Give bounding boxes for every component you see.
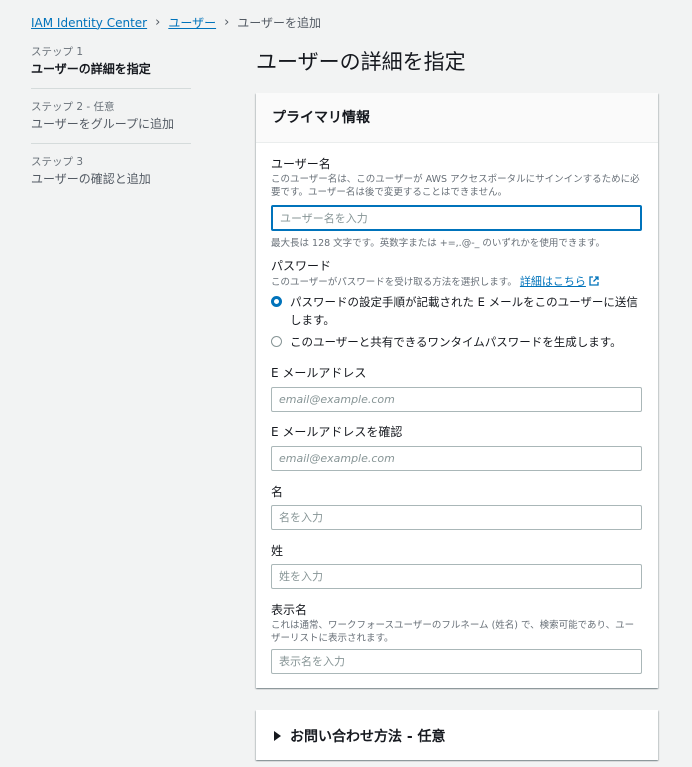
step-number: ステップ 1	[31, 46, 84, 58]
last-name-input[interactable]	[271, 564, 642, 589]
username-description: このユーザー名は、このユーザーが AWS アクセスポータルにサインインするために…	[271, 174, 640, 198]
display-name-field: 表示名 これは通常、ワークフォースユーザーのフルネーム (姓名) で、検索可能で…	[271, 602, 642, 674]
chevron-right-icon: ›	[155, 15, 161, 30]
email-confirm-field: E メールアドレスを確認	[271, 424, 642, 471]
password-option-email[interactable]: パスワードの設定手順が記載された E メールをこのユーザーに送信します。	[271, 293, 642, 329]
primary-info-card: プライマリ情報 ユーザー名 このユーザー名は、このユーザーが AWS アクセスポ…	[256, 93, 658, 688]
last-name-label: 姓	[271, 544, 284, 558]
password-option-onetime-label: このユーザーと共有できるワンタイムパスワードを生成します。	[290, 335, 622, 349]
first-name-input[interactable]	[271, 505, 642, 530]
step-title: ユーザーの詳細を指定	[31, 62, 151, 76]
contact-methods-header: お問い合わせ方法 - 任意	[290, 729, 446, 745]
wizard-steps: ステップ 1 ユーザーの詳細を指定 ステップ 2 - 任意 ユーザーをグループに…	[31, 44, 191, 208]
contact-methods-expander[interactable]: お問い合わせ方法 - 任意	[256, 710, 658, 762]
password-description: このユーザーがパスワードを受け取る方法を選択します。 詳細はこちら	[271, 275, 642, 289]
radio-button[interactable]	[271, 336, 282, 347]
username-constraint: 最大長は 128 文字です。英数字または +=,.@-_ のいずれかを使用できま…	[271, 238, 605, 249]
primary-info-header: プライマリ情報	[256, 93, 658, 143]
email-confirm-label: E メールアドレスを確認	[271, 425, 403, 439]
password-description-text: このユーザーがパスワードを受け取る方法を選択します。	[271, 277, 517, 288]
username-input[interactable]	[271, 205, 642, 231]
email-confirm-input[interactable]	[271, 446, 642, 471]
first-name-label: 名	[271, 485, 284, 499]
step-number: ステップ 2 - 任意	[31, 101, 115, 113]
step-1: ステップ 1 ユーザーの詳細を指定	[31, 44, 191, 89]
email-field: E メールアドレス	[271, 365, 642, 412]
caret-right-icon	[274, 731, 281, 741]
password-field: パスワード このユーザーがパスワードを受け取る方法を選択します。 詳細はこちら …	[271, 258, 642, 351]
step-number: ステップ 3	[31, 156, 84, 168]
radio-button-checked[interactable]	[271, 296, 282, 307]
breadcrumb-current: ユーザーを追加	[237, 16, 322, 30]
chevron-right-icon: ›	[224, 15, 230, 30]
email-label: E メールアドレス	[271, 366, 367, 380]
last-name-field: 姓	[271, 543, 642, 589]
step-title: ユーザーをグループに追加	[31, 117, 175, 131]
step-2: ステップ 2 - 任意 ユーザーをグループに追加	[31, 99, 191, 144]
contact-methods-card: お問い合わせ方法 - 任意	[256, 710, 658, 760]
password-option-email-label: パスワードの設定手順が記載された E メールをこのユーザーに送信します。	[290, 295, 638, 327]
learn-more-label: 詳細はこちら	[519, 275, 586, 288]
email-input[interactable]	[271, 387, 642, 412]
external-link-icon	[589, 276, 599, 286]
learn-more-link[interactable]: 詳細はこちら	[520, 275, 599, 288]
breadcrumb-iam-identity-center[interactable]: IAM Identity Center	[31, 16, 147, 30]
username-label: ユーザー名	[271, 157, 331, 171]
page-title: ユーザーの詳細を指定	[256, 50, 466, 74]
step-3: ステップ 3 ユーザーの確認と追加	[31, 154, 191, 198]
password-option-onetime[interactable]: このユーザーと共有できるワンタイムパスワードを生成します。	[271, 333, 642, 351]
breadcrumb-users[interactable]: ユーザー	[168, 14, 216, 31]
display-name-description: これは通常、ワークフォースユーザーのフルネーム (姓名) で、検索可能であり、ユ…	[271, 620, 635, 644]
password-label: パスワード	[271, 259, 332, 273]
first-name-field: 名	[271, 484, 642, 530]
step-title: ユーザーの確認と追加	[31, 172, 151, 186]
breadcrumb: IAM Identity Center › ユーザー › ユーザーを追加	[31, 14, 321, 31]
display-name-label: 表示名	[271, 603, 308, 617]
display-name-input[interactable]	[271, 649, 642, 674]
username-field: ユーザー名 このユーザー名は、このユーザーが AWS アクセスポータルにサインイ…	[271, 156, 642, 249]
